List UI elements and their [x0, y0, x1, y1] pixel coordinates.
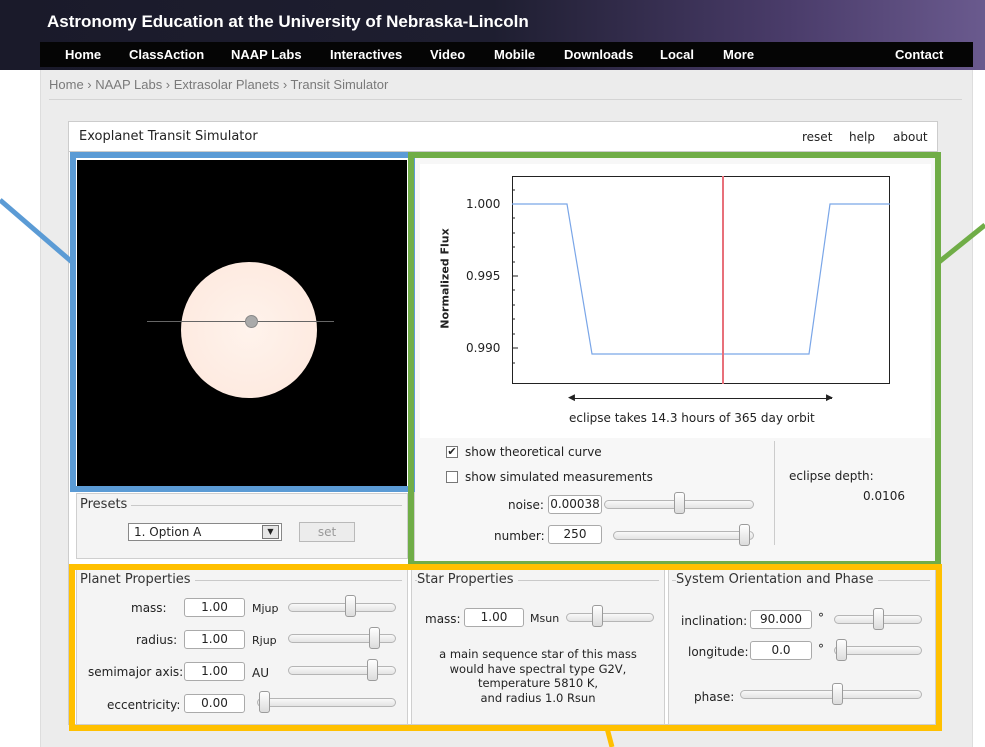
app-title: Exoplanet Transit Simulator	[79, 129, 258, 144]
nav-more[interactable]: More	[723, 47, 754, 62]
nav-mobile[interactable]: Mobile	[494, 47, 535, 62]
set-button[interactable]: set	[299, 522, 355, 542]
site-title: Astronomy Education at the University of…	[47, 12, 529, 31]
nav-contact[interactable]: Contact	[895, 47, 943, 62]
about-link[interactable]: about	[893, 130, 928, 144]
reset-link[interactable]: reset	[802, 130, 832, 144]
nav-classaction[interactable]: ClassAction	[129, 47, 204, 62]
nav-interactives[interactable]: Interactives	[330, 47, 402, 62]
blue-highlight-frame	[70, 152, 415, 492]
chevron-down-icon[interactable]: ▼	[262, 525, 279, 539]
preset-select[interactable]: 1. Option A	[128, 523, 282, 541]
breadcrumb-divider	[49, 99, 962, 100]
nav-naap-labs[interactable]: NAAP Labs	[231, 47, 302, 62]
nav-downloads[interactable]: Downloads	[564, 47, 633, 62]
nav-local[interactable]: Local	[660, 47, 694, 62]
help-link[interactable]: help	[849, 130, 875, 144]
yellow-highlight-frame	[69, 564, 942, 731]
presets-legend: Presets	[80, 497, 132, 512]
nav-home[interactable]: Home	[65, 47, 101, 62]
nav-video[interactable]: Video	[430, 47, 465, 62]
preset-select-value: 1. Option A	[134, 525, 202, 539]
green-highlight-frame	[408, 152, 941, 567]
breadcrumb[interactable]: Home › NAAP Labs › Extrasolar Planets › …	[49, 77, 388, 92]
